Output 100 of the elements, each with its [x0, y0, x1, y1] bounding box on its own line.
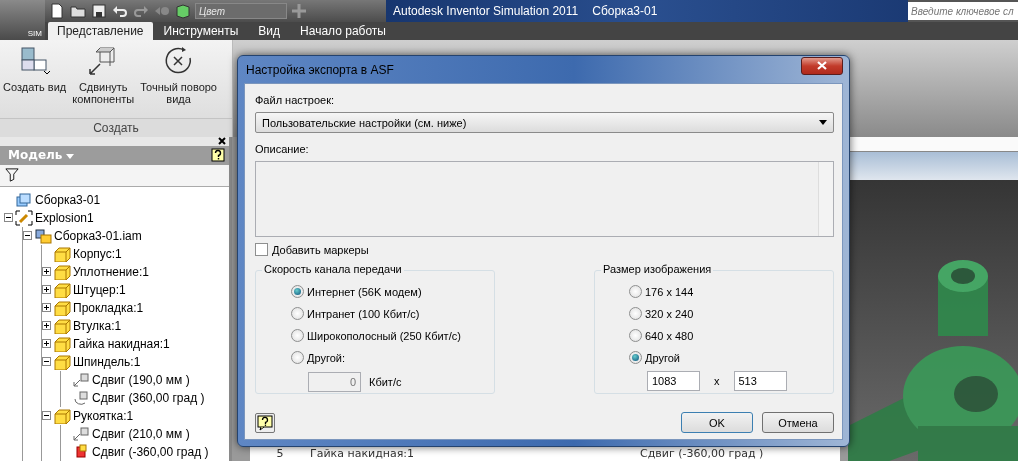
- ribbon-tab[interactable]: Вид: [249, 22, 290, 40]
- cube-icon: [53, 354, 71, 370]
- cube-icon: [53, 282, 71, 298]
- tree-item[interactable]: Втулка:1: [73, 319, 122, 333]
- radio-label: 640 x 480: [645, 329, 694, 342]
- document-name: Сборка3-01: [592, 4, 658, 18]
- collapse-icon[interactable]: [42, 411, 51, 421]
- preset-dropdown[interactable]: Пользовательские настройки (см. ниже): [255, 112, 834, 133]
- close-button[interactable]: [801, 56, 843, 75]
- caret-icon: [819, 120, 827, 125]
- expand-icon[interactable]: [42, 285, 51, 295]
- height-field[interactable]: 513: [733, 371, 787, 391]
- field-label: Описание:: [255, 143, 310, 155]
- move-icon: [72, 426, 90, 442]
- separator-label: x: [714, 375, 720, 387]
- wrench-frame-icon: [15, 210, 33, 226]
- expand-icon[interactable]: [42, 321, 51, 331]
- collapse-icon[interactable]: [42, 357, 51, 367]
- ok-button[interactable]: OK: [681, 412, 753, 433]
- application-menu-button[interactable]: SIM: [0, 0, 45, 40]
- tree-item[interactable]: Сдвиг (210,0 мм ): [92, 427, 190, 441]
- close-icon: [817, 61, 827, 70]
- cube-icon: [53, 264, 71, 280]
- help-icon: [211, 148, 225, 163]
- width-field[interactable]: 1083: [647, 371, 700, 391]
- cube-icon: [53, 318, 71, 334]
- radio-button[interactable]: [291, 285, 304, 298]
- table-cell: Сдвиг (-360,00 град ): [640, 446, 764, 460]
- ribbon-tool-button[interactable]: Сдвинуть компоненты: [69, 40, 138, 118]
- help-icon: [257, 414, 273, 431]
- collapse-icon[interactable]: [23, 231, 32, 241]
- tree-item[interactable]: Сдвиг (360,00 град ): [92, 391, 205, 405]
- radio-label: Широкополосный (250 Кбит/с): [307, 329, 461, 342]
- plus-icon: [290, 3, 308, 19]
- box-icon: [174, 3, 192, 19]
- unit-label: Кбит/с: [369, 376, 402, 388]
- ribbon-tab[interactable]: Инструменты: [154, 22, 248, 40]
- new-file-icon: [48, 3, 66, 19]
- move-icon: [72, 372, 90, 388]
- radio-label: Интернет (56K модем): [307, 285, 422, 298]
- cube-icon: [53, 246, 71, 262]
- filter-icon: [4, 168, 20, 183]
- tree-item[interactable]: Explosion1: [35, 211, 94, 225]
- ribbon-tool-button[interactable]: Точный поворо вида: [137, 40, 220, 118]
- tree-item[interactable]: Сборка3-01: [35, 193, 101, 207]
- close-icon: [218, 137, 226, 146]
- expand-icon[interactable]: [42, 339, 51, 349]
- expand-icon[interactable]: [42, 303, 51, 313]
- radio-label: 176 x 144: [645, 285, 694, 298]
- ribbon-tool-button[interactable]: Создать вид: [0, 40, 70, 118]
- tree-item[interactable]: Прокладка:1: [73, 301, 144, 315]
- cubes-icon: [15, 192, 33, 208]
- tree-item[interactable]: Шпиндель:1: [73, 355, 141, 369]
- tree-item[interactable]: Уплотнение:1: [73, 265, 149, 279]
- tree-item[interactable]: Рукоятка:1: [73, 409, 134, 423]
- checkbox-label: Добавить маркеры: [272, 243, 369, 256]
- radio-label: 320 x 240: [645, 307, 694, 320]
- cube-stack-icon: [34, 228, 52, 244]
- redo-icon: [132, 3, 150, 19]
- table-cell-text: Гайка накидная:1: [310, 446, 416, 460]
- rotate-part-icon: [72, 390, 90, 406]
- cube-icon: [53, 408, 71, 424]
- table-cell-text: 5: [275, 446, 285, 460]
- tree-item[interactable]: Гайка накидная:1: [73, 337, 170, 351]
- tree-item[interactable]: Сдвиг (190,0 мм ): [92, 373, 190, 387]
- collapse-icon[interactable]: [4, 213, 13, 223]
- caret-icon: [66, 154, 75, 160]
- expand-icon[interactable]: [42, 267, 51, 277]
- search-field[interactable]: Введите ключевое сл: [908, 2, 1018, 20]
- radio-label: Интранет (100 Кбит/с): [307, 307, 420, 320]
- tree-item[interactable]: Сборка3-01.iam: [54, 229, 142, 243]
- radio-button[interactable]: [629, 329, 642, 342]
- cube-icon: [53, 336, 71, 352]
- description-field[interactable]: [255, 161, 834, 237]
- radio-button[interactable]: [629, 307, 642, 320]
- tree-item[interactable]: Сдвиг (-360,00 град ): [92, 445, 209, 459]
- color-dropdown[interactable]: Цвет: [195, 3, 287, 19]
- tree-item[interactable]: Корпус:1: [73, 247, 122, 261]
- checkbox[interactable]: [255, 243, 268, 256]
- radio-button[interactable]: [291, 307, 304, 320]
- ribbon-tab[interactable]: Начало работы: [291, 22, 395, 40]
- radio-label: Другой: [645, 351, 680, 364]
- folder-icon: [69, 3, 87, 19]
- radio-button[interactable]: [291, 351, 304, 364]
- ribbon-tab[interactable]: Представление: [48, 22, 153, 40]
- help-button[interactable]: [255, 412, 275, 433]
- window-title: Autodesk Inventor Simulation 2011: [393, 4, 579, 18]
- panel-label: Создать: [0, 118, 232, 137]
- radio-button[interactable]: [629, 285, 642, 298]
- cube-icon: [53, 300, 71, 316]
- tree-item[interactable]: Штуцер:1: [73, 283, 126, 297]
- cancel-button[interactable]: Отмена: [762, 412, 834, 433]
- radio-label: Другой:: [307, 351, 346, 364]
- group-title: Размер изображения: [601, 263, 714, 275]
- radio-button[interactable]: [629, 351, 642, 364]
- group-title: Скорость канала передачи: [262, 263, 404, 275]
- save-icon: [90, 3, 108, 19]
- radio-button[interactable]: [291, 329, 304, 342]
- dialog-title: Настройка экспорта в ASF: [245, 62, 394, 77]
- field-label: Файл настроек:: [255, 94, 336, 106]
